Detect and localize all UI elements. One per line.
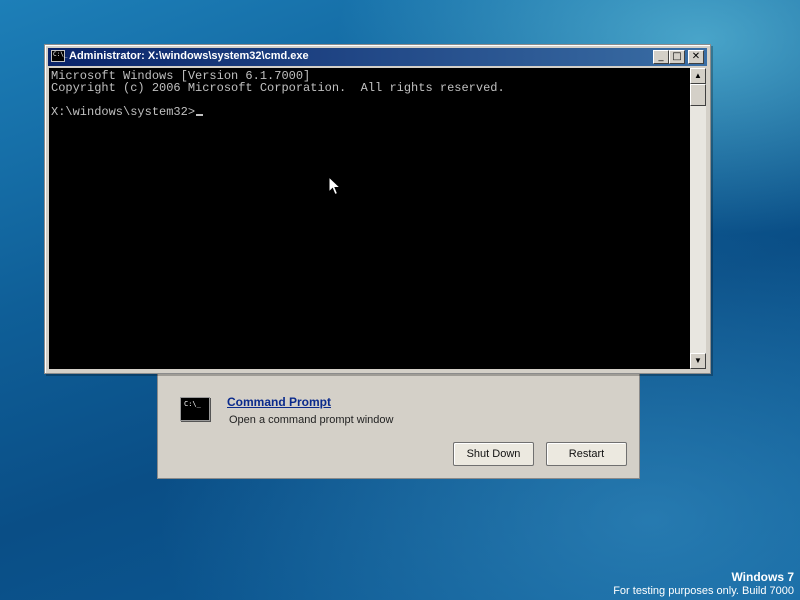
maximize-icon: □	[672, 51, 682, 62]
console-line: Copyright (c) 2006 Microsoft Corporation…	[51, 81, 505, 95]
command-prompt-description: Open a command prompt window	[229, 414, 394, 426]
vertical-scrollbar[interactable]: ▲ ▼	[690, 68, 706, 369]
console-prompt-line: X:\windows\system32>	[51, 106, 690, 118]
cmd-window-title: Administrator: X:\windows\system32\cmd.e…	[69, 50, 309, 62]
watermark-subtitle: For testing purposes only. Build 7000	[613, 585, 794, 597]
command-prompt-item[interactable]: C:\_ Command Prompt Open a command promp…	[180, 393, 480, 433]
close-icon: ✕	[691, 51, 701, 62]
scroll-up-button[interactable]: ▲	[690, 68, 706, 84]
mouse-pointer-icon	[328, 176, 342, 196]
minimize-button[interactable]: _	[653, 50, 669, 64]
text-cursor	[196, 114, 204, 116]
watermark-title: Windows 7	[731, 570, 794, 584]
cmd-title-bar[interactable]: C:\_ Administrator: X:\windows\system32\…	[48, 48, 707, 66]
cmd-window-icon[interactable]: C:\_	[51, 50, 67, 62]
arrow-up-icon: ▲	[694, 71, 702, 80]
console-prompt: X:\windows\system32>	[51, 105, 196, 119]
console-output[interactable]: Microsoft Windows [Version 6.1.7000] Cop…	[49, 68, 690, 369]
scroll-down-button[interactable]: ▼	[690, 353, 706, 369]
system-recovery-dialog: C:\_ Command Prompt Open a command promp…	[157, 368, 640, 479]
maximize-button[interactable]: □	[669, 50, 685, 64]
minimize-icon: _	[658, 51, 664, 62]
shut-down-button[interactable]: Shut Down	[453, 442, 534, 466]
restart-button[interactable]: Restart	[546, 442, 627, 466]
close-button[interactable]: ✕	[688, 50, 704, 64]
arrow-down-icon: ▼	[694, 356, 702, 365]
scroll-thumb[interactable]	[690, 84, 706, 106]
command-prompt-icon: C:\_	[180, 397, 210, 421]
cmd-window[interactable]: C:\_ Administrator: X:\windows\system32\…	[44, 44, 711, 374]
windows-watermark: Windows 7 For testing purposes only. Bui…	[613, 570, 794, 598]
command-prompt-link[interactable]: Command Prompt	[227, 395, 331, 409]
